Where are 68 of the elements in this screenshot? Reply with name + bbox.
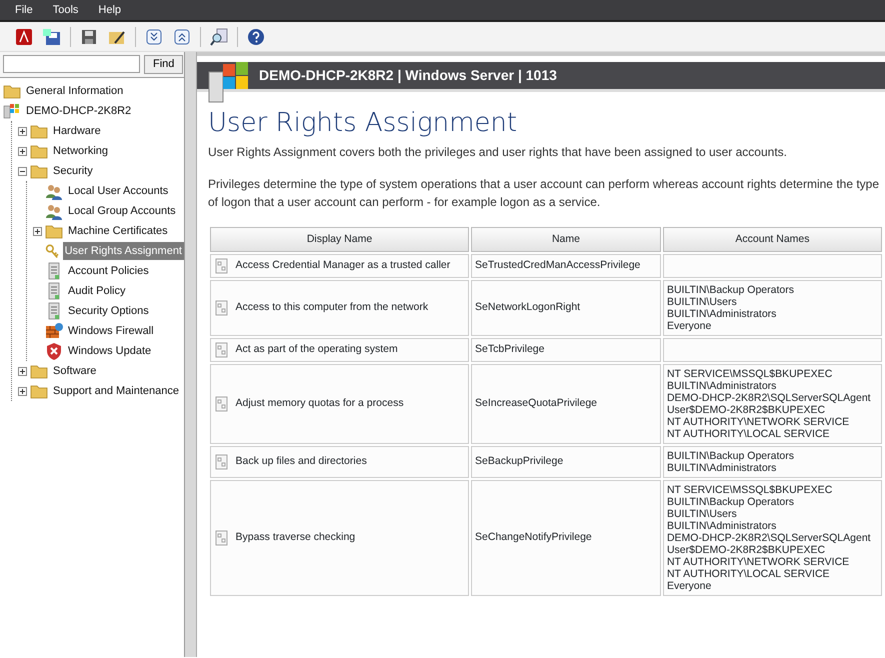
- document-icon: [214, 454, 230, 470]
- search-field[interactable]: [3, 55, 140, 73]
- table-cell: SeTrustedCredManAccessPrivilege: [471, 254, 661, 278]
- tree-item[interactable]: Support and Maintenance: [51, 382, 181, 400]
- table-cell-text: NT SERVICE\MSSQL$BKUPEXEC BUILTIN\Backup Operators BUILTIN\Users BUILTIN\Administrators DEMO-DHCP-2K8R2\SQLServerSQLAgentUser$DEMO-2K8R2$BKUPEXEC NT AUTHORITY\NETWORK SERVICE NT AUTHORITY\LOCAL SERVICE Everyone: [666, 484, 872, 592]
- tree-item[interactable]: Account Policies: [66, 262, 151, 280]
- table-cell-text: BUILTIN\Backup Operators BUILTIN\Administrators: [666, 450, 795, 474]
- pdf-icon[interactable]: [14, 26, 34, 46]
- tree-item[interactable]: Windows Firewall: [66, 322, 156, 340]
- table-cell-text: BUILTIN\Backup Operators BUILTIN\Users BUILTIN\Administrators Everyone: [666, 284, 795, 332]
- tree-item[interactable]: Machine Certificates: [66, 222, 170, 240]
- document-icon: [214, 396, 230, 412]
- tree-item[interactable]: Windows Update: [66, 342, 154, 360]
- column-header[interactable]: Name: [471, 227, 661, 252]
- expand-toggle[interactable]: [18, 126, 27, 136]
- tree-item[interactable]: Local User Accounts: [66, 182, 170, 200]
- page-title: User Rights Assignment: [208, 108, 518, 140]
- menu-item[interactable]: Tools: [46, 2, 92, 18]
- table-cell: SeNetworkLogonRight: [471, 280, 661, 336]
- document-icon: [214, 258, 230, 274]
- table-cell: SeTcbPrivilege: [471, 338, 661, 362]
- floppy-icon[interactable]: [42, 26, 62, 46]
- tree-item[interactable]: General Information: [24, 82, 126, 100]
- table-cell: SeChangeNotifyPrivilege: [471, 480, 661, 596]
- tree-item[interactable]: Software: [51, 362, 98, 380]
- description-text: User Rights Assignment covers both the privileges and user rights that have been assigned to user accounts.: [208, 144, 788, 162]
- document-icon: [214, 342, 230, 358]
- tree-item[interactable]: Hardware: [51, 122, 103, 140]
- expand-all-icon[interactable]: [144, 26, 164, 46]
- table-cell-text: Bypass traverse checking: [236, 530, 356, 546]
- table-cell-text: NT SERVICE\MSSQL$BKUPEXEC BUILTIN\Administrators DEMO-DHCP-2K8R2\SQLServerSQLAgentUser$DEMO-2K8R2$BKUPEXEC NT AUTHORITY\NETWORK SERVICE NT AUTHORITY\LOCAL SERVICE: [666, 368, 872, 440]
- expand-toggle[interactable]: [18, 386, 27, 396]
- column-header[interactable]: Account Names: [662, 227, 882, 252]
- report-header-title: DEMO-DHCP-2K8R2 | Windows Server | 1013: [259, 66, 557, 86]
- tree-item[interactable]: User Rights Assignment: [62, 242, 184, 260]
- users-icon: [45, 182, 63, 200]
- tree-item[interactable]: Local Group Accounts: [66, 202, 178, 220]
- table-cell-text: Adjust memory quotas for a process: [236, 396, 404, 412]
- table-cell-text: Act as part of the operating system: [236, 342, 398, 358]
- keys-icon: [45, 242, 60, 260]
- tree-item[interactable]: Audit Policy: [66, 282, 128, 300]
- collapse-toggle[interactable]: [18, 166, 27, 176]
- users-icon: [45, 202, 63, 220]
- table-cell: SeIncreaseQuotaPrivilege: [471, 364, 661, 444]
- menu-item[interactable]: File: [8, 2, 46, 18]
- document-icon: [214, 530, 230, 546]
- document-icon: [214, 300, 230, 316]
- description-text: Privileges determine the type of system operations that a user account can perform whereas account rights determine the type of logon that a user account can perform - for example logon as a service.: [208, 176, 880, 212]
- tree-item[interactable]: Networking: [51, 142, 110, 160]
- shield-icon: [45, 342, 63, 360]
- column-header[interactable]: Display Name: [210, 227, 470, 252]
- expand-toggle[interactable]: [18, 366, 27, 376]
- tree-item[interactable]: Security: [51, 162, 95, 180]
- collapse-all-icon[interactable]: [172, 26, 192, 46]
- table-cell-text: Back up files and directories: [236, 454, 367, 470]
- table-cell-text: Access to this computer from the network: [236, 300, 428, 316]
- table-cell: SeBackupPrivilege: [471, 446, 661, 478]
- server-icon: [3, 102, 21, 120]
- menu-item[interactable]: Help: [91, 2, 134, 18]
- tree-item[interactable]: Security Options: [66, 302, 151, 320]
- brick-wall-icon: [45, 322, 63, 340]
- tree-item[interactable]: DEMO-DHCP-2K8R2: [24, 102, 134, 120]
- help-icon[interactable]: [246, 26, 266, 46]
- table-cell-text: Access Credential Manager as a trusted caller: [236, 258, 450, 274]
- expand-toggle[interactable]: [18, 146, 27, 156]
- find-button[interactable]: Find: [144, 55, 184, 74]
- expand-toggle[interactable]: [33, 226, 42, 236]
- magnifier-icon[interactable]: [209, 26, 229, 46]
